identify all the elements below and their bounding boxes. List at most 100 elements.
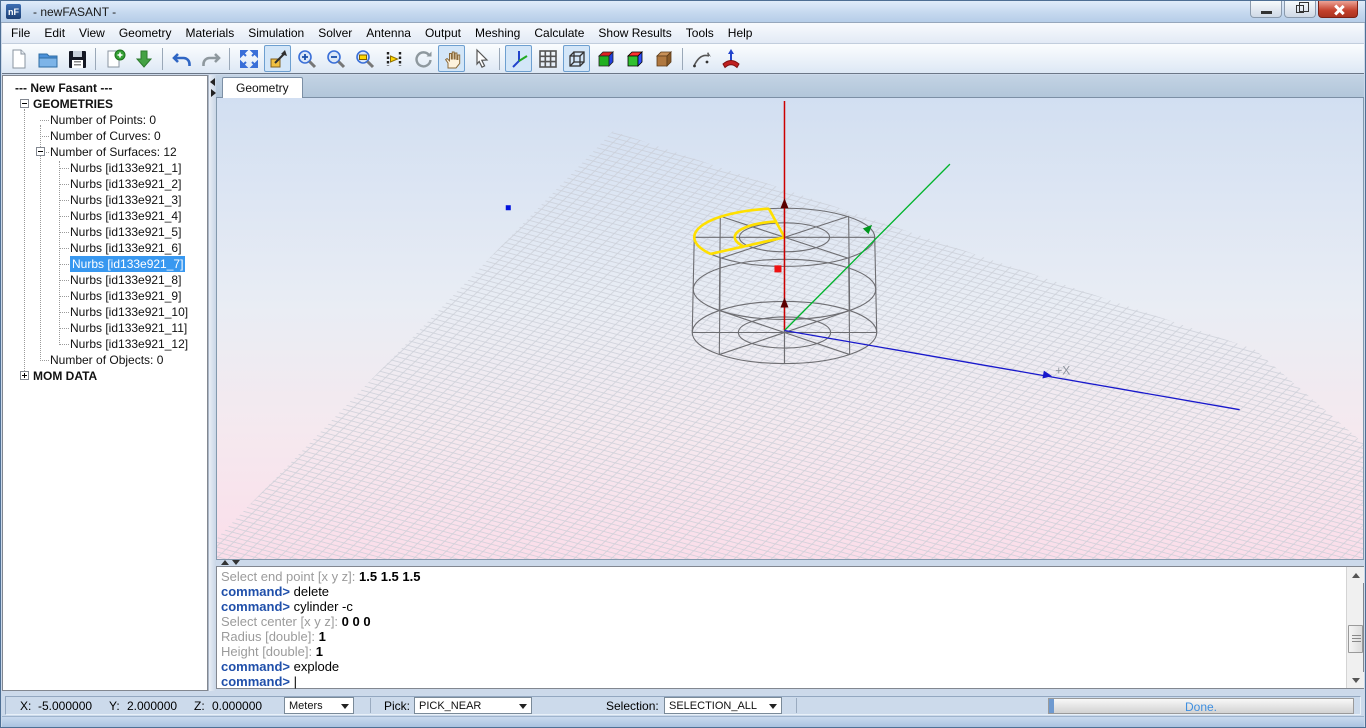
menu-item-meshing[interactable]: Meshing <box>468 24 527 42</box>
tree-item-nurbs-7-selected[interactable]: Nurbs [id133e921_7] <box>3 256 207 272</box>
minimize-icon <box>1261 11 1272 14</box>
save-file-button[interactable] <box>63 45 90 72</box>
tree-item-geometries[interactable]: GEOMETRIES <box>3 96 207 112</box>
app-window: nF - newFASANT - File Edit View Geometry… <box>0 0 1366 728</box>
tree-item-objects[interactable]: Number of Objects: 0 <box>3 352 207 368</box>
scrollbar-thumb[interactable] <box>1348 625 1363 653</box>
menu-item-materials[interactable]: Materials <box>179 24 242 42</box>
rotate-view-button[interactable] <box>409 45 436 72</box>
close-button[interactable] <box>1318 1 1358 18</box>
title-bar: nF - newFASANT - <box>1 1 1365 23</box>
scroll-down-button[interactable] <box>1347 672 1364 688</box>
tree-item-nurbs-1[interactable]: Nurbs [id133e921_1] <box>3 160 207 176</box>
zoom-in-button[interactable] <box>293 45 320 72</box>
menu-item-view[interactable]: View <box>72 24 112 42</box>
shaded-mode-button[interactable] <box>621 45 648 72</box>
new-file-button[interactable] <box>5 45 32 72</box>
menu-item-antenna[interactable]: Antenna <box>359 24 418 42</box>
minimize-button[interactable] <box>1250 1 1282 18</box>
tree-item-nurbs-12[interactable]: Nurbs [id133e921_12] <box>3 336 207 352</box>
open-file-button[interactable] <box>34 45 61 72</box>
splitter-down-icon[interactable] <box>232 560 240 565</box>
menu-item-show-results[interactable]: Show Results <box>591 24 678 42</box>
console-line: command> explode <box>221 659 1343 674</box>
splitter-up-icon[interactable] <box>221 560 229 565</box>
tree-item-nurbs-5[interactable]: Nurbs [id133e921_5] <box>3 224 207 240</box>
redo-button[interactable] <box>197 45 224 72</box>
menu-item-file[interactable]: File <box>4 24 37 42</box>
menu-item-output[interactable]: Output <box>418 24 468 42</box>
menu-item-calculate[interactable]: Calculate <box>527 24 591 42</box>
expand-icon[interactable] <box>20 371 29 380</box>
show-axes-button[interactable] <box>505 45 532 72</box>
scene-canvas[interactable]: +X <box>217 98 1363 559</box>
tree-item-points[interactable]: Number of Points: 0 <box>3 112 207 128</box>
tree-item-nurbs-11[interactable]: Nurbs [id133e921_11] <box>3 320 207 336</box>
zoom-out-button[interactable] <box>322 45 349 72</box>
import-geometry-button[interactable] <box>130 45 157 72</box>
collapse-left-icon[interactable] <box>210 78 215 86</box>
curvature-tool-button[interactable] <box>688 45 715 72</box>
restore-button[interactable] <box>1284 1 1316 18</box>
new-geometry-button[interactable] <box>101 45 128 72</box>
zoom-selection-icon <box>383 48 405 70</box>
tree-root[interactable]: --- New Fasant --- <box>3 80 207 96</box>
tree-item-nurbs-8[interactable]: Nurbs [id133e921_8] <box>3 272 207 288</box>
app-icon: nF <box>6 4 21 19</box>
tree-item-nurbs-10[interactable]: Nurbs [id133e921_10] <box>3 304 207 320</box>
rgb-cube-icon <box>595 48 617 70</box>
coord-x-value: -5.000000 <box>38 699 92 713</box>
tree-item-surfaces[interactable]: Number of Surfaces: 12 <box>3 144 207 160</box>
menu-item-simulation[interactable]: Simulation <box>241 24 311 42</box>
tree-item-mom-data[interactable]: MOM DATA <box>3 368 207 384</box>
menu-item-tools[interactable]: Tools <box>679 24 721 42</box>
viewport-3d[interactable]: +X <box>216 98 1364 560</box>
tree-item-nurbs-6[interactable]: Nurbs [id133e921_6] <box>3 240 207 256</box>
command-console[interactable]: Select end point [x y z]: 1.5 1.5 1.5 co… <box>216 566 1364 689</box>
toolbar-separator <box>499 48 500 70</box>
pan-view-button[interactable] <box>438 45 465 72</box>
tree-item-nurbs-2[interactable]: Nurbs [id133e921_2] <box>3 176 207 192</box>
tab-strip: Geometry <box>216 75 1364 98</box>
collapse-icon[interactable] <box>20 99 29 108</box>
solid-color-mode-button[interactable] <box>592 45 619 72</box>
menu-bar: File Edit View Geometry Materials Simula… <box>2 23 1364 44</box>
window-title: - newFASANT - <box>33 5 116 19</box>
fit-view-button[interactable] <box>235 45 262 72</box>
sidebar-splitter[interactable] <box>208 75 216 691</box>
shaded-cube-icon <box>624 48 646 70</box>
reference-point-marker[interactable] <box>506 205 511 210</box>
show-grid-button[interactable] <box>534 45 561 72</box>
tree-item-nurbs-9[interactable]: Nurbs [id133e921_9] <box>3 288 207 304</box>
textured-mode-button[interactable] <box>650 45 677 72</box>
wireframe-mode-button[interactable] <box>563 45 590 72</box>
undo-button[interactable] <box>168 45 195 72</box>
selection-point-marker[interactable] <box>774 265 781 272</box>
chevron-down-icon <box>769 704 777 709</box>
zoom-window-button[interactable] <box>351 45 378 72</box>
perspective-view-button[interactable] <box>264 45 291 72</box>
console-input-line[interactable]: command> | <box>221 674 1343 689</box>
close-icon <box>1333 4 1344 15</box>
menu-item-edit[interactable]: Edit <box>37 24 72 42</box>
perspective-view-icon <box>267 48 289 70</box>
units-select[interactable]: Meters <box>284 697 354 714</box>
antenna-tool-button[interactable] <box>717 45 744 72</box>
collapse-icon[interactable] <box>36 147 45 156</box>
tree-item-nurbs-3[interactable]: Nurbs [id133e921_3] <box>3 192 207 208</box>
tree-item-curves[interactable]: Number of Curves: 0 <box>3 128 207 144</box>
console-output[interactable]: Select end point [x y z]: 1.5 1.5 1.5 co… <box>221 569 1343 686</box>
selection-mode-select[interactable]: SELECTION_ALL <box>664 697 782 714</box>
select-cursor-button[interactable] <box>467 45 494 72</box>
menu-item-geometry[interactable]: Geometry <box>112 24 179 42</box>
scroll-up-button[interactable] <box>1347 567 1364 583</box>
undo-icon <box>171 48 193 70</box>
tree-item-nurbs-4[interactable]: Nurbs [id133e921_4] <box>3 208 207 224</box>
pick-mode-select[interactable]: PICK_NEAR <box>414 697 532 714</box>
zoom-selection-button[interactable] <box>380 45 407 72</box>
menu-item-help[interactable]: Help <box>721 24 760 42</box>
tab-geometry[interactable]: Geometry <box>222 77 303 98</box>
menu-item-solver[interactable]: Solver <box>311 24 359 42</box>
save-icon <box>66 48 88 70</box>
console-scrollbar[interactable] <box>1346 567 1363 688</box>
